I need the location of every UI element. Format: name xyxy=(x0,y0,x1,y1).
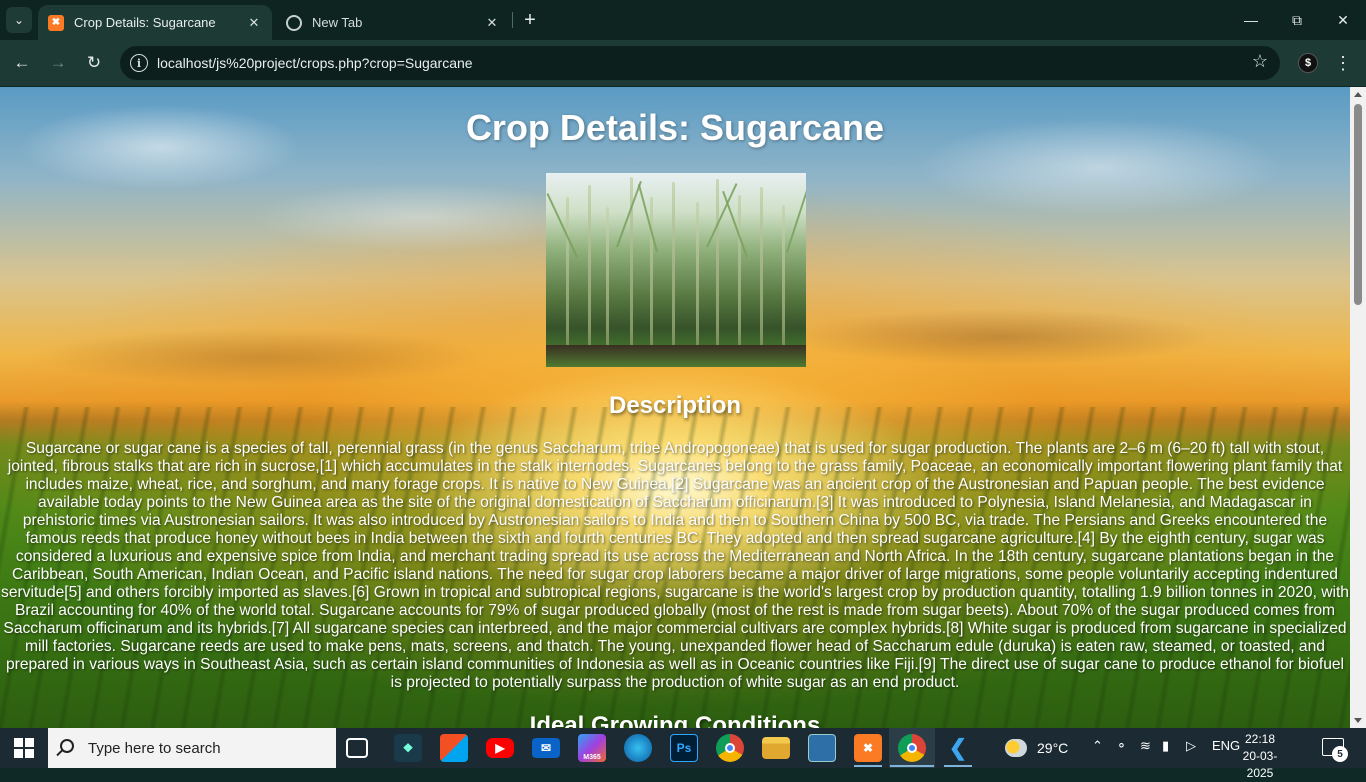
clock-time: 22:18 xyxy=(1244,732,1276,746)
ideal-conditions-heading: Ideal Growing Conditions xyxy=(529,712,821,728)
tab-separator xyxy=(512,12,513,28)
tab-strip: ⌄ ✖ Crop Details: Sugarcane ✕ New Tab ✕ … xyxy=(0,0,1366,40)
running-indicator xyxy=(854,765,882,767)
site-info-icon[interactable]: i xyxy=(130,54,148,72)
running-indicator xyxy=(944,765,972,767)
close-tab-icon[interactable]: ✕ xyxy=(246,15,262,31)
chrome-icon[interactable] xyxy=(716,734,744,762)
task-view-icon[interactable] xyxy=(346,738,368,758)
search-placeholder: Type here to search xyxy=(88,740,221,757)
photoshop-icon[interactable]: Ps xyxy=(670,734,698,762)
crop-image xyxy=(546,173,806,367)
headset-icon[interactable]: ⚬ xyxy=(1116,738,1127,754)
taskbar-search[interactable]: Type here to search xyxy=(48,728,336,768)
tab-title: New Tab xyxy=(312,15,363,30)
close-window-button[interactable]: ✕ xyxy=(1320,0,1366,40)
reload-button[interactable]: ↻ xyxy=(82,51,106,75)
battery-icon[interactable]: ▮ xyxy=(1162,738,1169,754)
windows-start-icon[interactable] xyxy=(14,738,34,758)
scroll-up-arrow-icon[interactable] xyxy=(1354,92,1362,97)
tab-search-button[interactable]: ⌄ xyxy=(6,7,32,33)
bookmark-star-icon[interactable]: ☆ xyxy=(1252,51,1268,72)
clock-date: 20-03-2025 xyxy=(1242,749,1278,780)
notification-badge: 5 xyxy=(1332,746,1348,762)
tab-title: Crop Details: Sugarcane xyxy=(74,15,216,30)
taskbar-clock[interactable]: 22:18 20-03-2025 xyxy=(1232,731,1288,782)
search-icon xyxy=(60,739,74,753)
page-viewport: Crop Details: Sugarcane Description Suga… xyxy=(0,87,1350,728)
xampp-icon[interactable]: ✖ xyxy=(854,734,882,762)
restore-button[interactable]: ⧉ xyxy=(1274,0,1320,40)
crop-description: Sugarcane or sugar cane is a species of … xyxy=(1,440,1349,691)
vscode-icon[interactable]: ❮ xyxy=(944,734,972,762)
url-text[interactable]: localhost/js%20project/crops.php?crop=Su… xyxy=(157,55,473,71)
running-indicator xyxy=(890,765,934,767)
m365-icon[interactable]: M365 xyxy=(578,734,606,762)
mail-icon[interactable]: ✉ xyxy=(532,738,560,758)
microsoft-store-icon[interactable] xyxy=(440,734,468,762)
scroll-down-arrow-icon[interactable] xyxy=(1354,718,1362,723)
close-tab-icon[interactable]: ✕ xyxy=(484,15,500,31)
volume-muted-icon[interactable]: ▷ xyxy=(1186,738,1196,754)
description-heading: Description xyxy=(608,392,742,419)
new-tab-button[interactable]: + xyxy=(520,10,540,30)
remote-desktop-icon[interactable] xyxy=(808,734,836,762)
weather-temperature: 29°C xyxy=(1037,740,1069,756)
youtube-icon[interactable]: ▶ xyxy=(486,738,514,758)
page-title: Crop Details: Sugarcane xyxy=(465,107,885,148)
chrome-profile-icon[interactable] xyxy=(898,734,926,762)
weather-widget[interactable]: 29°C xyxy=(1005,738,1068,758)
browser-toolbar: ← → ↻ i localhost/js%20project/crops.php… xyxy=(0,40,1366,86)
page-scrollbar[interactable] xyxy=(1350,87,1366,728)
windows-taskbar: Type here to search ❖ ▶ ✉ M365 Ps ✖ ❮ 29… xyxy=(0,728,1366,780)
wifi-icon[interactable]: ≋ xyxy=(1140,738,1151,754)
chrome-icon xyxy=(286,14,302,31)
address-bar[interactable]: i localhost/js%20project/crops.php?crop=… xyxy=(120,46,1280,80)
forward-button[interactable]: → xyxy=(46,51,70,75)
partly-sunny-icon xyxy=(1005,739,1027,757)
tab-crop-details[interactable]: ✖ Crop Details: Sugarcane ✕ xyxy=(38,5,272,40)
back-button[interactable]: ← xyxy=(10,51,34,75)
profile-avatar[interactable]: $ xyxy=(1298,53,1318,73)
file-explorer-icon[interactable] xyxy=(762,737,790,759)
minimize-button[interactable]: — xyxy=(1228,0,1274,40)
chevron-up-icon[interactable]: ⌃ xyxy=(1092,738,1103,754)
xampp-icon: ✖ xyxy=(48,14,64,31)
edge-icon[interactable] xyxy=(624,734,652,762)
tab-new-tab[interactable]: New Tab ✕ xyxy=(276,5,510,40)
xampp-control-icon[interactable]: ❖ xyxy=(394,734,422,762)
browser-menu-icon[interactable]: ⋮ xyxy=(1334,52,1352,74)
scroll-thumb[interactable] xyxy=(1354,104,1362,305)
